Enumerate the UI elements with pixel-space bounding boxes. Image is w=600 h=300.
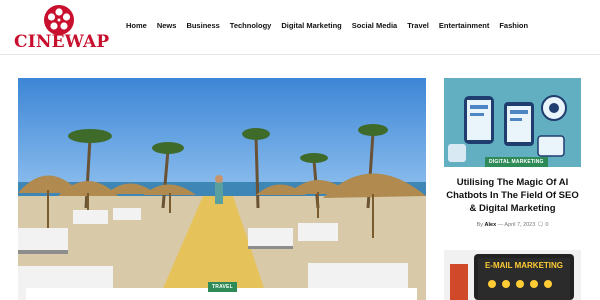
sidebar-post-title[interactable]: Utilising The Magic Of AI Chatbots In Th… <box>444 176 581 215</box>
nav-technology[interactable]: Technology <box>230 21 272 30</box>
nav-entertainment[interactable]: Entertainment <box>439 21 489 30</box>
nav-news[interactable]: News <box>157 21 177 30</box>
post-date: April 7, 2023 <box>504 222 536 228</box>
ai-chatbot-illustration <box>444 78 581 167</box>
nav-travel[interactable]: Travel <box>407 21 429 30</box>
beach-photo <box>18 78 426 300</box>
site-header: CINEWAP Home News Business Technology Di… <box>0 0 600 55</box>
meta-separator: — <box>497 222 504 228</box>
by-label: By <box>476 222 483 228</box>
featured-post-image[interactable] <box>18 78 426 300</box>
sidebar-post-2-image[interactable]: E-MAIL MARKETING <box>444 250 581 300</box>
nav-business[interactable]: Business <box>186 21 219 30</box>
nav-digital-marketing[interactable]: Digital Marketing <box>281 21 341 30</box>
nav-fashion[interactable]: Fashion <box>499 21 528 30</box>
email-marketing-text: E-MAIL MARKETING <box>485 261 563 270</box>
category-badge-digital-marketing[interactable]: DIGITAL MARKETING <box>485 157 548 167</box>
comment-count[interactable]: 0 <box>545 222 548 228</box>
category-badge-travel[interactable]: TRAVEL <box>208 282 237 292</box>
author-link[interactable]: Alex <box>485 222 497 228</box>
post-meta: By Alex — April 7, 2023 🗨 0 <box>444 222 581 228</box>
nav-social-media[interactable]: Social Media <box>352 21 397 30</box>
email-marketing-illustration: E-MAIL MARKETING <box>444 250 581 300</box>
site-logo[interactable]: CINEWAP <box>14 4 110 52</box>
site-name: CINEWAP <box>14 32 110 52</box>
main-nav: Home News Business Technology Digital Ma… <box>126 21 538 30</box>
comment-icon: 🗨 <box>536 222 544 228</box>
sidebar-post-image[interactable] <box>444 78 581 167</box>
nav-home[interactable]: Home <box>126 21 147 30</box>
